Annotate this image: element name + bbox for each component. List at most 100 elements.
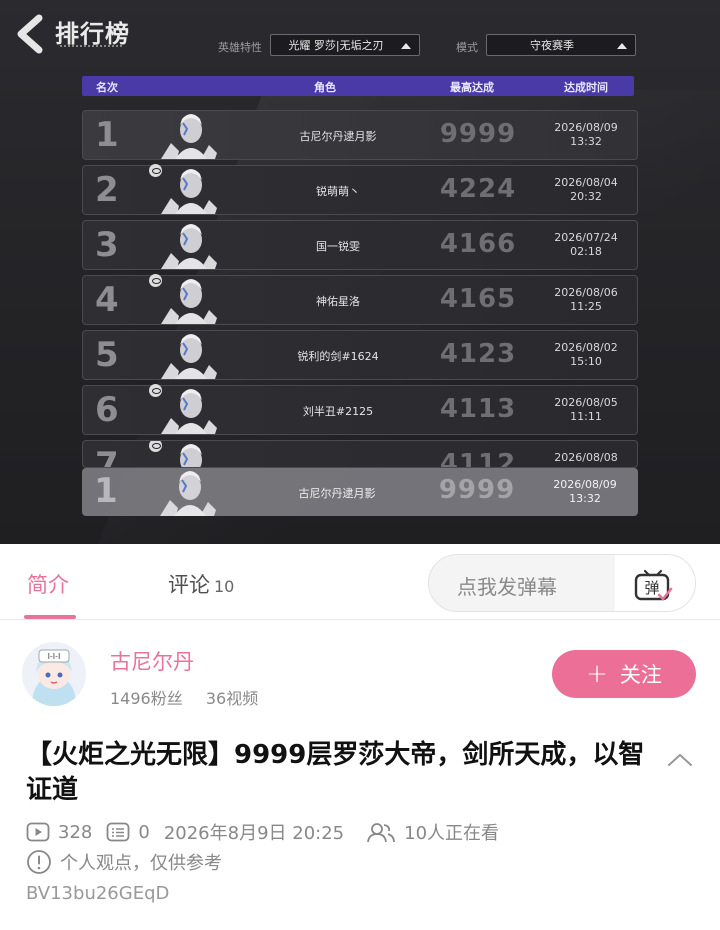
achieve-date: 2026/08/02 — [554, 341, 618, 354]
bv-id[interactable]: BV13bu26GEqD — [26, 883, 169, 904]
best-score: 4112 — [439, 449, 517, 468]
uploader-fans: 1496粉丝 — [110, 689, 183, 708]
player-name: 锐利的剑#1624 — [297, 350, 379, 363]
player-name: 锐萌萌丶 — [316, 185, 360, 198]
hero-filter-select: 光耀 罗莎|无垢之刃 — [270, 34, 420, 56]
play-count-icon — [26, 822, 50, 842]
achieve-time: 2026/08/09 13:32 — [540, 478, 630, 506]
uploader-stats: 1496粉丝 36视频 — [110, 685, 258, 709]
danmaku-placeholder: 点我发弹幕 — [457, 575, 557, 599]
col-rank: 名次 — [96, 81, 118, 94]
mode-filter-value: 守夜赛季 — [530, 39, 574, 52]
rank-number: 7 — [95, 445, 119, 468]
leaderboard-header: 名次 角色 最高达成 达成时间 — [82, 76, 634, 96]
danmaku-tv-icon: 弹 — [634, 569, 673, 601]
col-role: 角色 — [314, 81, 336, 94]
best-score: 9999 — [438, 475, 516, 505]
svg-text:I-I-I: I-I-I — [48, 652, 61, 661]
achieve-clock: 13:32 — [570, 135, 602, 148]
col-best: 最高达成 — [450, 81, 494, 94]
achieve-clock: 20:32 — [570, 190, 602, 203]
achieve-date: 2026/08/06 — [554, 286, 618, 299]
col-time: 达成时间 — [564, 81, 608, 94]
best-score: 4165 — [439, 284, 517, 314]
chevron-up-icon[interactable] — [666, 750, 694, 770]
tab-comments[interactable]: 评论 10 — [168, 569, 234, 599]
best-score: 4113 — [439, 394, 517, 424]
character-portrait — [153, 223, 229, 269]
video-title: 【火炬之光无限】9999层罗莎大帝，剑所天成，以智证道 — [26, 740, 645, 805]
tab-bar: 简介 评论 10 点我发弹幕 弹 — [0, 544, 720, 620]
rank-number: 1 — [95, 115, 119, 155]
title-decoration — [60, 45, 122, 48]
achieve-time: 2026/07/24 02:18 — [541, 231, 631, 259]
leaderboard-row: 5 锐利的剑#1624 4123 2026/08/02 15:10 — [82, 330, 638, 380]
best-score: 9999 — [439, 119, 517, 149]
leaderboard-row: 6 刘半丑#2125 4113 2026/08/05 11:11 — [82, 384, 638, 435]
rank-number: 2 — [95, 170, 119, 210]
character-portrait — [153, 388, 229, 434]
player-name: 国一锐雯 — [316, 240, 360, 253]
danmaku-count-icon — [106, 822, 130, 842]
hero-filter-label: 英雄特性 — [218, 41, 262, 54]
hero-filter-value: 光耀 罗莎|无垢之刃 — [288, 39, 384, 52]
leaderboard-row: 1 古尼尔丹逮月影 9999 2026/08/09 13:32 — [82, 110, 638, 160]
character-portrait — [153, 278, 229, 324]
caret-up-icon — [617, 43, 627, 49]
uploader-videos: 36视频 — [205, 689, 259, 708]
rank-number: 3 — [95, 225, 119, 265]
achieve-date: 2026/08/08 — [554, 451, 618, 464]
achieve-date: 2026/08/05 — [554, 396, 618, 409]
achieve-clock: 11:11 — [570, 410, 602, 423]
character-portrait — [153, 443, 229, 467]
danmaku-count: 0 — [138, 821, 150, 843]
achieve-date: 2026/07/24 — [554, 231, 618, 244]
viewers-icon — [367, 823, 396, 843]
uploader-name[interactable]: 古尼尔丹 — [110, 646, 194, 676]
best-score: 4123 — [439, 339, 517, 369]
achieve-time: 2026/08/08 — [541, 451, 631, 465]
leaderboard-row: 3 国一锐雯 4166 2026/07/24 02:18 — [82, 220, 638, 270]
player-name: 古尼尔丹逮月影 — [298, 487, 376, 500]
leaderboard-row: 7 4112 2026/08/08 — [82, 440, 638, 468]
player-name: 刘半丑#2125 — [302, 405, 374, 418]
achieve-time: 2026/08/06 11:25 — [541, 286, 631, 314]
leaderboard-title: 排行榜 — [55, 20, 130, 48]
follow-button[interactable]: + 关注 — [552, 650, 696, 698]
achieve-clock: 15:10 — [570, 355, 602, 368]
uploader-avatar[interactable]: I-I-I — [22, 642, 86, 706]
character-portrait — [153, 333, 229, 379]
achieve-date: 2026/08/09 — [553, 478, 617, 491]
achieve-clock: 11:25 — [570, 300, 602, 313]
leaderboard-row: 2 锐萌萌丶 4224 2026/08/04 20:32 — [82, 164, 638, 215]
character-portrait — [153, 168, 229, 214]
exclamation-icon — [27, 850, 51, 874]
character-portrait — [153, 113, 229, 159]
tab-comments-label: 评论 — [168, 573, 210, 597]
danmaku-toggle-button[interactable]: 弹 — [615, 555, 695, 611]
mode-filter-label: 模式 — [456, 41, 478, 54]
comments-count: 10 — [214, 577, 235, 596]
plus-icon: + — [586, 659, 608, 689]
publish-time: 2026年8月9日 20:25 — [163, 823, 345, 844]
back-chevron-icon — [10, 12, 50, 56]
danmaku-input[interactable]: 点我发弹幕 弹 — [428, 554, 696, 612]
rank-number: 5 — [95, 335, 119, 375]
character-portrait — [152, 470, 228, 516]
danmaku-glyph: 弹 — [644, 579, 659, 597]
rank-number: 6 — [95, 390, 119, 430]
player-name: 古尼尔丹逮月影 — [299, 130, 377, 143]
leaderboard-row: 4 神佑星洛 4165 2026/08/06 11:25 — [82, 274, 638, 325]
best-score: 4166 — [439, 229, 517, 259]
caret-up-icon — [401, 43, 411, 49]
rank-number: 1 — [94, 471, 118, 511]
watching-now: 10人正在看 — [404, 823, 500, 844]
best-score: 4224 — [439, 174, 517, 204]
achieve-time: 2026/08/02 15:10 — [541, 341, 631, 369]
achieve-clock: 02:18 — [570, 245, 602, 258]
achieve-date: 2026/08/09 — [554, 121, 618, 134]
disclaimer-text: 个人观点，仅供参考 — [60, 853, 222, 874]
video-player[interactable]: 排行榜 英雄特性 光耀 罗莎|无垢之刃 模式 守夜赛季 名次 角色 最高达成 达… — [0, 0, 720, 544]
tab-intro[interactable]: 简介 — [27, 569, 69, 599]
active-tab-indicator — [24, 615, 76, 619]
